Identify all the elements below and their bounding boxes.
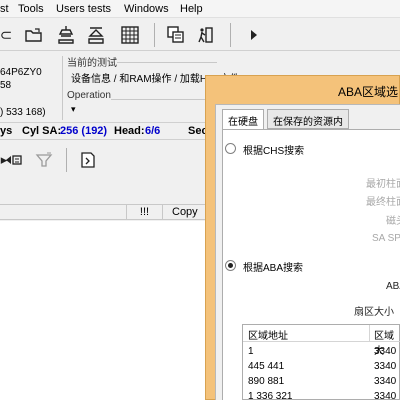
- toolbar-separator: [66, 148, 67, 172]
- region-address: 1: [248, 346, 254, 357]
- region-address: 1 336 321: [248, 391, 293, 400]
- copy-windows-icon[interactable]: [164, 23, 188, 47]
- head-value: 6/6: [145, 125, 161, 137]
- radio-chs-label: 根据CHS搜索: [243, 146, 305, 157]
- region-size: 3340: [374, 361, 397, 372]
- current-test-legend: 当前的测试: [67, 54, 117, 69]
- drive-size: ) 533 168): [0, 107, 46, 118]
- last-cylinder-label: 最终柱面: [366, 197, 400, 208]
- sector-size-label: 扇区大小: [354, 307, 394, 318]
- cyl-value: 256 (192): [60, 125, 108, 137]
- aba-label: ABA: [386, 281, 400, 292]
- list-item[interactable]: 445 441 3340: [243, 360, 400, 374]
- list-item[interactable]: 1 336 321 3340: [243, 390, 400, 400]
- menu-bar: st Tools Users tests Windows Help: [0, 0, 400, 18]
- divider: [62, 56, 63, 120]
- toolbar-separator: [230, 23, 231, 47]
- toolbar-separator: [154, 23, 155, 47]
- grid-icon[interactable]: [118, 23, 142, 47]
- hex-view-header: !!! Copy: [0, 204, 210, 220]
- status-ys-label: ys: [0, 125, 13, 137]
- region-size: 3340: [374, 376, 397, 387]
- operation-legend: Operation: [67, 90, 111, 101]
- menu-item-users-tests[interactable]: Users tests: [56, 3, 111, 15]
- region-size: 3340: [374, 391, 397, 400]
- region-list[interactable]: 区域地址 区域大 1 3340 445 441 3340 890 881 334…: [242, 324, 400, 400]
- tab-saved-resources[interactable]: 在保存的资源内: [267, 109, 349, 129]
- col-region-address[interactable]: 区域地址: [248, 327, 288, 342]
- hex-column-header[interactable]: !!!: [126, 205, 162, 219]
- menu-item-help[interactable]: Help: [180, 3, 203, 15]
- back-icon[interactable]: [2, 148, 26, 172]
- hex-view-area[interactable]: [0, 221, 210, 400]
- exit-icon[interactable]: [194, 23, 218, 47]
- radio-aba-search[interactable]: [225, 260, 236, 271]
- list-item[interactable]: 890 881 3340: [243, 375, 400, 389]
- region-address: 445 441: [248, 361, 285, 372]
- disk-icon[interactable]: ⊂: [0, 23, 18, 47]
- column-divider: [369, 325, 370, 342]
- drive-serial: 64P6ZY0: [0, 67, 42, 78]
- menu-item-tools[interactable]: Tools: [18, 3, 44, 15]
- region-address: 890 881: [248, 376, 285, 387]
- current-test-group: 当前的测试 设备信息 / 和RAM操作 / 加载HPA文件 Operation …: [67, 54, 240, 120]
- tab-on-disk[interactable]: 在硬盘: [222, 109, 264, 130]
- radio-chs-search[interactable]: [225, 143, 236, 154]
- head-label: Head:: [114, 125, 145, 137]
- first-cylinder-label: 最初柱面: [366, 179, 400, 190]
- play-icon[interactable]: [242, 23, 266, 47]
- filter-icon[interactable]: [32, 148, 56, 172]
- region-size: 3340: [374, 346, 397, 357]
- export-icon[interactable]: [76, 148, 100, 172]
- tower-icon[interactable]: [54, 23, 78, 47]
- sa-sp-label: SA SP: [372, 233, 400, 244]
- operation-value: ▾: [71, 104, 76, 114]
- region-list-header: 区域地址 区域大: [243, 325, 400, 357]
- radio-aba-label: 根据ABA搜索: [243, 263, 304, 274]
- menu-item-windows[interactable]: Windows: [124, 3, 169, 15]
- eject-icon[interactable]: [84, 23, 108, 47]
- open-icon[interactable]: [22, 23, 46, 47]
- cyl-label: Cyl SA:: [22, 125, 62, 137]
- drive-details: 64P6ZY0 58 ) 533 168): [0, 52, 62, 120]
- copy-column-header[interactable]: Copy: [162, 205, 210, 219]
- main-toolbar: ⊂: [0, 19, 400, 51]
- drive-line2: 58: [0, 80, 12, 91]
- list-item[interactable]: 1 3340: [243, 345, 400, 359]
- dialog-title: ABA区域选: [338, 85, 399, 99]
- menu-item-test[interactable]: st: [0, 3, 9, 15]
- head-field-label: 磁头: [386, 216, 400, 227]
